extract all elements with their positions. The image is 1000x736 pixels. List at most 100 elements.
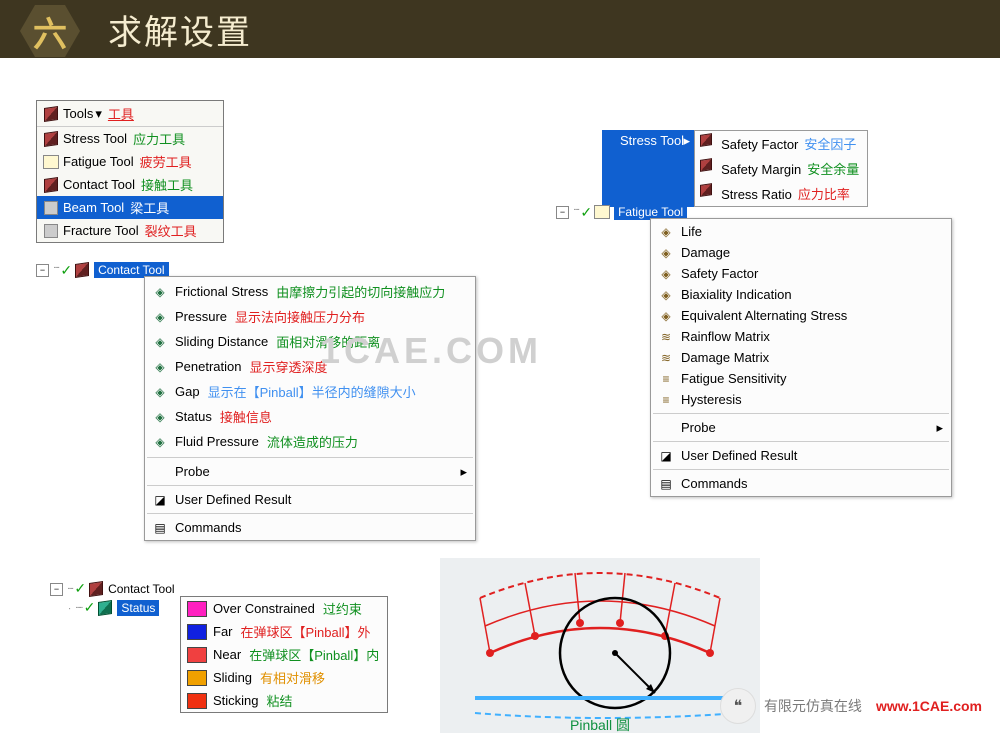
ctx-item-fluid-pressure[interactable]: ◈Fluid Pressure流体造成的压力 — [145, 429, 475, 454]
probe-submenu[interactable]: Probe ▸ — [651, 417, 951, 438]
user-defined-result-item[interactable]: ◪ User Defined Result — [145, 489, 475, 510]
tree-connector: ····· — [75, 602, 82, 613]
ctx-desc: 显示在【Pinball】半径内的缝隙大小 — [208, 382, 416, 401]
user-defined-result-item[interactable]: ◪ User Defined Result — [651, 445, 951, 466]
commands-label: Commands — [681, 476, 747, 491]
ctx-item-sliding-distance[interactable]: ◈Sliding Distance面相对滑移的距离 — [145, 329, 475, 354]
ctx-icon: ≋ — [657, 330, 675, 344]
dropdown-arrow-icon: ▾ — [95, 106, 102, 122]
item-en: Fatigue Tool — [63, 154, 134, 169]
ctx-en: Equivalent Alternating Stress — [681, 308, 847, 323]
item-zh: 安全余量 — [807, 162, 859, 177]
tree-expand-icon[interactable]: − — [556, 206, 569, 219]
check-icon: ✓ — [74, 580, 86, 597]
status-en: Over Constrained — [213, 601, 315, 616]
udr-label: User Defined Result — [175, 492, 291, 507]
item-zh: 应力比率 — [798, 187, 850, 202]
cube-icon — [74, 262, 90, 278]
item-en: Stress Tool — [63, 131, 127, 146]
tree-expand-icon[interactable]: − — [36, 264, 49, 277]
ctx-item-fatigue-sensitivity[interactable]: ≡Fatigue Sensitivity — [651, 368, 951, 389]
item-zh: 接触工具 — [141, 175, 193, 194]
status-zh: 在弹球区【Pinball】外 — [241, 622, 371, 641]
ctx-en: Damage — [681, 245, 730, 260]
commands-icon: ▤ — [657, 477, 675, 491]
commands-item[interactable]: ▤ Commands — [145, 517, 475, 538]
udr-icon: ◪ — [151, 493, 169, 507]
probe-submenu[interactable]: Probe ▸ — [145, 461, 475, 482]
ctx-item-frictional-stress[interactable]: ◈Frictional Stress由摩擦力引起的切向接触应力 — [145, 279, 475, 304]
safety-item-safety-margin[interactable]: Safety Margin 安全余量 — [695, 156, 867, 181]
safety-item-safety-factor[interactable]: Safety Factor 安全因子 — [695, 131, 867, 156]
tree-connector: ···· — [573, 204, 578, 215]
color-swatch — [187, 693, 207, 709]
ctx-item-damage[interactable]: ◈Damage — [651, 242, 951, 263]
status-en: Sticking — [213, 693, 259, 708]
ctx-en: Rainflow Matrix — [681, 329, 770, 344]
slide-title: 求解设置 — [108, 5, 252, 54]
ctx-item-hysteresis[interactable]: ≡Hysteresis — [651, 389, 951, 410]
contact-tool-label: Contact Tool — [108, 582, 175, 596]
ctx-item-rainflow-matrix[interactable]: ≋ Rainflow Matrix — [651, 326, 951, 347]
ctx-icon: ≋ — [657, 351, 675, 365]
item-zh: 安全因子 — [804, 137, 856, 152]
item-en: Safety Factor — [721, 137, 798, 152]
tools-item-stress-tool[interactable]: Stress Tool应力工具 — [37, 127, 223, 150]
tools-menu[interactable]: Tools ▾ 工具 Stress Tool应力工具 Fatigue Tool 疲劳… — [36, 100, 224, 243]
ctx-icon: ◈ — [151, 310, 169, 324]
item-zh: 疲劳工具 — [140, 152, 192, 171]
tree-connector: ···· — [67, 583, 72, 594]
commands-label: Commands — [175, 520, 241, 535]
safety-item-stress-ratio[interactable]: Stress Ratio应力比率 — [695, 181, 867, 206]
ctx-en: Gap — [175, 384, 200, 399]
chart-icon — [594, 204, 610, 220]
tools-item-contact-tool[interactable]: Contact Tool接触工具 — [37, 173, 223, 196]
ctx-item-pressure[interactable]: ◈Pressure显示法向接触压力分布 — [145, 304, 475, 329]
ctx-desc: 流体造成的压力 — [267, 432, 358, 451]
ctx-icon: ◈ — [151, 335, 169, 349]
slide-header: 六 求解设置 — [0, 0, 1000, 58]
stress-tool-flyout[interactable]: Stress Tool Safety Factor安全因子Safety Marg… — [602, 130, 868, 207]
stress-tool-highlighted[interactable]: Stress Tool — [602, 130, 694, 207]
ctx-item-equivalent-alternating-stress[interactable]: ◈Equivalent Alternating Stress — [651, 305, 951, 326]
ctx-item-biaxiality-indication[interactable]: ◈Biaxiality Indication — [651, 284, 951, 305]
ctx-item-penetration[interactable]: ◈Penetration显示穿透深度 — [145, 354, 475, 379]
ctx-desc: 由摩擦力引起的切向接触应力 — [276, 282, 445, 301]
fatigue-context-menu[interactable]: ◈Life◈Damage◈Safety Factor◈Biaxiality In… — [650, 218, 952, 497]
color-swatch — [187, 670, 207, 686]
tools-item-beam-tool[interactable]: Beam Tool梁工具 — [37, 196, 223, 219]
item-en: Beam Tool — [63, 200, 124, 215]
tools-button[interactable]: Tools ▾ 工具 — [37, 101, 223, 127]
status-label: Status — [117, 600, 159, 616]
ctx-icon: ◈ — [151, 410, 169, 424]
status-item-sticking: Sticking粘结 — [181, 689, 387, 712]
color-swatch — [187, 647, 207, 663]
item-zh: 裂纹工具 — [145, 221, 197, 240]
item-en: Safety Margin — [721, 162, 801, 177]
ctx-item-gap[interactable]: ◈Gap显示在【Pinball】半径内的缝隙大小 — [145, 379, 475, 404]
commands-item[interactable]: ▤ Commands — [651, 473, 951, 494]
ctx-item-damage-matrix[interactable]: ≋Damage Matrix — [651, 347, 951, 368]
ctx-item-safety-factor[interactable]: ◈Safety Factor — [651, 263, 951, 284]
ctx-icon: ◈ — [657, 267, 675, 281]
tools-item-fatigue-tool[interactable]: Fatigue Tool 疲劳工具 — [37, 150, 223, 173]
tree-expand-icon[interactable]: − — [50, 583, 63, 596]
site-url: www.1CAE.com — [876, 698, 982, 714]
stress-tool-submenu[interactable]: Safety Factor 安全因子Safety Margin 安全余量 Stress… — [694, 130, 868, 207]
contact-context-menu[interactable]: ◈Frictional Stress由摩擦力引起的切向接触应力◈Pressure… — [144, 276, 476, 541]
item-icon — [43, 177, 59, 193]
check-icon: ✓ — [60, 262, 72, 279]
probe-label: Probe — [175, 464, 210, 479]
cube-teal-icon — [97, 600, 113, 616]
ctx-item-life[interactable]: ◈Life — [651, 221, 951, 242]
ctx-icon: ≡ — [657, 393, 675, 407]
udr-icon: ◪ — [657, 449, 675, 463]
status-zh: 在弹球区【Pinball】内 — [249, 645, 379, 664]
status-legend-panel: Over Constrained过约束Far在弹球区【Pinball】外Near… — [180, 596, 388, 713]
status-zh: 有相对滑移 — [260, 668, 325, 687]
cube-icon — [700, 134, 712, 149]
ctx-item-status[interactable]: ◈Status接触信息 — [145, 404, 475, 429]
ctx-icon: ◈ — [657, 225, 675, 239]
status-tree[interactable]: − ···· ✓ Contact Tool · ····· ✓ Status — [50, 580, 175, 616]
tools-item-fracture-tool[interactable]: Fracture Tool裂纹工具 — [37, 219, 223, 242]
